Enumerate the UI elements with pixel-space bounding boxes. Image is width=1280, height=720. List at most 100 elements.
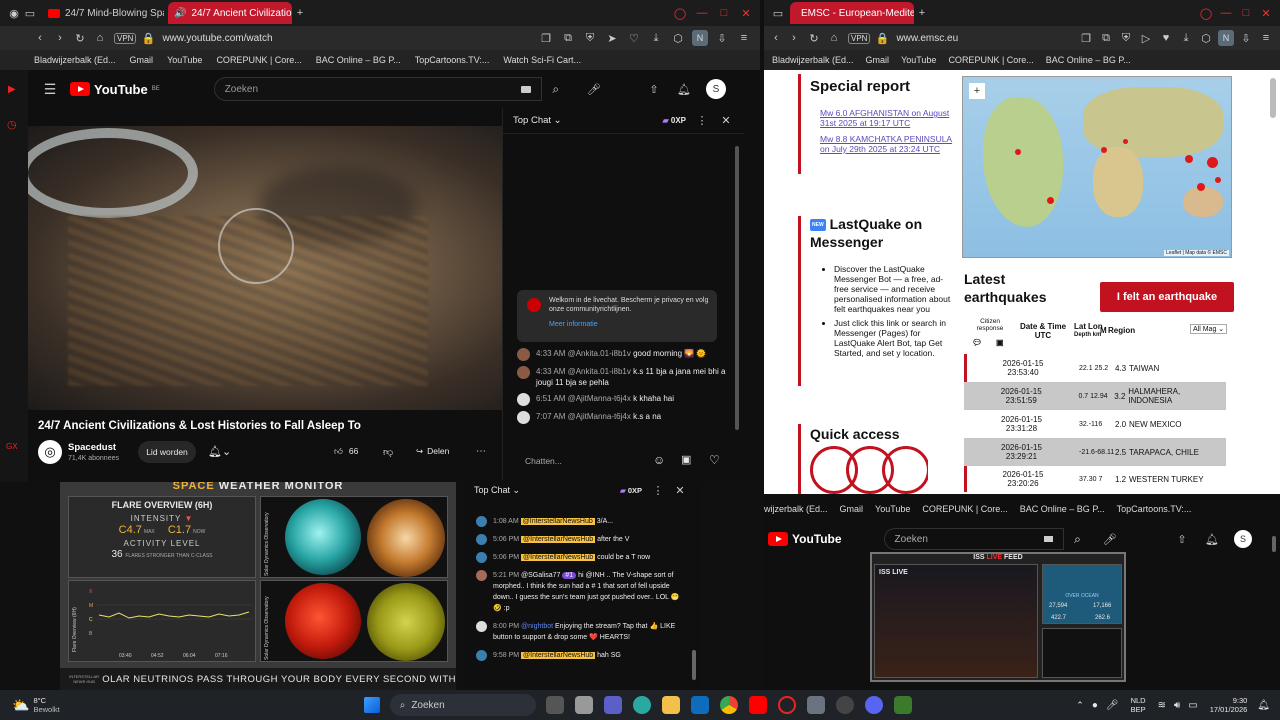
url-field[interactable]: www.emsc.eu [896, 33, 1078, 44]
extensions-icon[interactable]: ⬡ [670, 30, 686, 46]
quake-marker[interactable] [1185, 155, 1193, 163]
menu-icon[interactable]: ≡ [736, 30, 752, 46]
weather-widget[interactable]: 8°C Bewolkt [33, 696, 59, 714]
quake-row[interactable]: 2026-01-15 23:31:28 32.-116 2.0 NEW MEXIC… [964, 410, 1226, 438]
bookmark-bac[interactable]: BAC Online – BG P... [316, 55, 401, 65]
shield-icon[interactable]: ⛨ [1118, 30, 1134, 46]
felt-earthquake-button[interactable]: I felt an earthquake [1100, 282, 1234, 312]
quake-map[interactable]: + Leaflet | Map data © EMSC [962, 76, 1232, 258]
maximize-icon[interactable]: □ [1238, 5, 1254, 21]
extensions-icon[interactable]: ⬡ [1198, 30, 1214, 46]
heart-icon[interactable]: ♡ [626, 30, 642, 46]
url-field[interactable]: www.youtube.com/watch [162, 33, 538, 44]
settings-icon[interactable] [835, 696, 854, 714]
th-datetime[interactable]: Date & Time UTC [1014, 322, 1072, 340]
heart-react-icon[interactable]: ♡ [709, 453, 720, 467]
quake-row[interactable]: 2026-01-15 23:51:59 0.7 12.94 3.2 HALMAHE… [964, 382, 1226, 410]
close-icon[interactable]: ✕ [738, 5, 754, 21]
tray-mic-icon[interactable]: 🎤︎ [1106, 700, 1119, 711]
iss-scrollbar[interactable] [1272, 536, 1276, 552]
volume-icon[interactable]: 🔊︎ [1174, 700, 1180, 711]
chat-mode-select[interactable]: Top Chat ⌄ [513, 115, 562, 126]
quake-marker[interactable] [1207, 157, 1218, 168]
quick-access-icons[interactable] [810, 446, 928, 494]
weather-icon[interactable]: ⛅ [12, 697, 29, 714]
calculator-icon[interactable] [806, 696, 825, 714]
mic-icon[interactable]: 🎤︎ [1102, 531, 1118, 547]
bookmark-gmail[interactable]: Gmail [840, 504, 864, 514]
super-chat-icon[interactable]: ▣ [681, 453, 691, 466]
battery-icon[interactable]: ▭ [1188, 700, 1197, 711]
teams-icon[interactable] [603, 696, 622, 714]
chat-input[interactable]: Chatten... [525, 456, 645, 466]
avatar[interactable]: S [706, 79, 726, 99]
quake-marker[interactable] [1047, 197, 1054, 204]
quake-row[interactable]: 2026-01-15 23:53:40 22.1 25.2 4.3 TAIWAN [964, 354, 1226, 382]
taskbar-search[interactable]: ⌕ Zoeken [389, 694, 536, 716]
browser-menu-icon[interactable]: ◉ [6, 5, 22, 21]
youtube-logo[interactable]: YouTube BE [70, 82, 160, 97]
download-icon[interactable]: ⤓ [648, 30, 664, 46]
special-link-afghanistan[interactable]: Mw 6.0 AFGHANISTAN on August 31st 2025 a… [820, 108, 954, 128]
upload-icon[interactable]: ⇧ [646, 81, 662, 97]
bell-icon[interactable]: 🔔︎⌄ [208, 445, 231, 458]
search-input[interactable]: Zoeken [213, 77, 542, 101]
emoji-icon[interactable]: ☺ [653, 453, 665, 467]
th-mag[interactable]: M [1100, 326, 1107, 335]
store-icon[interactable] [574, 696, 593, 714]
files-icon[interactable] [661, 696, 680, 714]
profile-n-icon[interactable]: N [1218, 30, 1234, 46]
tray-chevron-icon[interactable]: ⌃ [1076, 700, 1084, 711]
mic-icon[interactable]: 🎤︎ [586, 81, 602, 97]
wifi-icon[interactable]: ≋ [1158, 700, 1166, 711]
hamburger-icon[interactable]: ☰ [42, 81, 58, 97]
zoom-in-button[interactable]: + [969, 83, 985, 99]
vpn-badge[interactable]: VPN [114, 32, 137, 44]
pin-icon[interactable]: ⇩ [714, 30, 730, 46]
new-tab-icon[interactable]: + [914, 5, 930, 21]
back-icon[interactable]: ‹ [768, 30, 784, 46]
bell-icon[interactable]: 🔔︎ [676, 81, 692, 97]
opera-icon[interactable]: ◯ [1198, 5, 1214, 21]
chat2-xp-badge[interactable]: ▰ 0XP [620, 486, 642, 495]
chat-close-icon[interactable]: ✕ [718, 113, 734, 129]
bookmark-folder[interactable]: Bladwijzerbalk (Ed... [772, 55, 854, 65]
bookmark-gmail[interactable]: Gmail [866, 55, 890, 65]
youtube-logo[interactable]: YouTube [768, 532, 842, 546]
th-lat[interactable]: Lat [1074, 322, 1086, 331]
quake-row[interactable]: 2026-01-15 23:20:26 37.30 7 1.2 WESTERN T… [964, 466, 1226, 492]
bookmark-scifi[interactable]: Watch Sci-Fi Cart... [503, 55, 581, 65]
thumbs-down-icon[interactable]: 👎︎ [383, 446, 393, 458]
home-icon[interactable]: ⌂ [826, 30, 842, 46]
special-link-kamchatka[interactable]: Mw 8.8 KAMCHATKA PENINSULA on July 29th … [820, 134, 954, 154]
quake-marker[interactable] [1015, 149, 1021, 155]
language-indicator[interactable]: NLD BEP [1131, 696, 1146, 714]
clock[interactable]: 9:30 17/01/2026 [1210, 696, 1248, 714]
chat2-mode-select[interactable]: Top Chat ⌄ [474, 485, 520, 496]
more-icon[interactable]: ⋯ [476, 446, 486, 457]
close-icon[interactable]: ✕ [1258, 5, 1274, 21]
quake-row[interactable]: 2026-01-15 23:29:21 -21.6-68.11 2.5 TARAP… [964, 438, 1226, 466]
edge-icon[interactable] [632, 696, 651, 714]
upload-icon[interactable]: ⇧ [1174, 531, 1190, 547]
xp-badge[interactable]: ▰ 0XP [662, 116, 686, 125]
profile-n-icon[interactable]: N [692, 30, 708, 46]
chat2-options-icon[interactable]: ⋮ [650, 482, 666, 498]
workspaces-icon[interactable]: ▭ [770, 5, 786, 21]
notification-icon[interactable]: 🔔︎ [1257, 700, 1270, 711]
game-icon[interactable] [893, 696, 912, 714]
minimize-icon[interactable]: — [1218, 5, 1234, 21]
bookmark-topcartoons[interactable]: TopCartoons.TV:... [1117, 504, 1192, 514]
start-icon[interactable] [363, 697, 380, 713]
forward-icon[interactable]: › [786, 30, 802, 46]
reload-icon[interactable]: ↻ [806, 30, 822, 46]
iss-search-button[interactable]: ⌕ [1064, 532, 1092, 547]
copy-icon[interactable]: ❐ [538, 30, 554, 46]
channel-avatar[interactable]: ◎ [38, 440, 62, 464]
workspaces-icon[interactable]: ▭ [22, 5, 38, 21]
bookmark-corepunk[interactable]: COREPUNK | Core... [216, 55, 301, 65]
like-button[interactable]: 👍︎ 66 [334, 446, 358, 457]
th-depth[interactable]: Depth km [1074, 332, 1101, 338]
bookmark-folder[interactable]: Bladwijzerbalk (Ed... [34, 55, 116, 65]
quake-marker[interactable] [1123, 139, 1128, 144]
